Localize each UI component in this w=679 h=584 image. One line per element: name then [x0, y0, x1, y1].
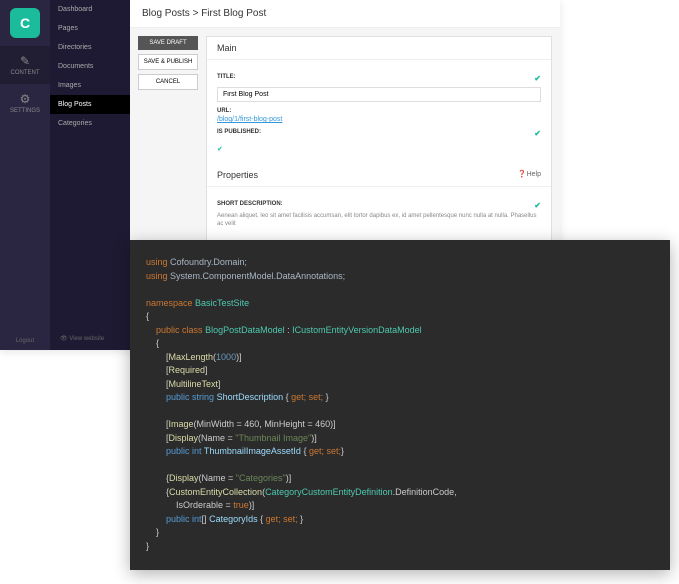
gear-icon: ⚙	[0, 92, 50, 106]
sidebar: Dashboard Pages Directories Documents Im…	[50, 0, 130, 350]
logout-link[interactable]: Logout	[10, 332, 40, 350]
rail-settings-label: SETTINGS	[10, 108, 40, 114]
properties-section-head: Properties ❓Help	[207, 164, 551, 187]
title-label: TITLE: ✔	[217, 74, 541, 83]
rail-settings[interactable]: ⚙ SETTINGS	[0, 84, 50, 122]
sidebar-item-blog-posts[interactable]: Blog Posts	[50, 95, 130, 114]
url-label: URL:	[217, 108, 541, 114]
sidebar-item-documents[interactable]: Documents	[50, 57, 130, 76]
app-logo[interactable]: C	[10, 8, 40, 38]
title-input[interactable]	[217, 87, 541, 102]
short-desc-text: Aenean aliquet, leo sit amet facilisis a…	[217, 213, 541, 229]
icon-rail: C ✎ CONTENT ⚙ SETTINGS Logout	[0, 0, 50, 350]
save-draft-button[interactable]: SAVE DRAFT	[138, 36, 198, 50]
rail-content[interactable]: ✎ CONTENT	[0, 46, 50, 84]
sidebar-item-dashboard[interactable]: Dashboard	[50, 0, 130, 19]
url-link[interactable]: /blog/1/first-blog-post	[217, 116, 541, 123]
code-panel: using Cofoundry.Domain; using System.Com…	[130, 240, 670, 570]
help-link[interactable]: ❓Help	[518, 170, 541, 180]
check-icon: ✔	[534, 201, 541, 210]
save-publish-button[interactable]: SAVE & PUBLISH	[138, 54, 198, 70]
view-website-link[interactable]: 👁 View website	[56, 331, 108, 346]
published-label: IS PUBLISHED: ✔	[217, 129, 541, 138]
rail-content-label: CONTENT	[11, 70, 40, 76]
eye-icon: 👁	[60, 336, 68, 342]
cancel-button[interactable]: CANCEL	[138, 74, 198, 90]
sidebar-item-pages[interactable]: Pages	[50, 19, 130, 38]
properties-section-title: Properties	[217, 170, 258, 180]
sidebar-item-categories[interactable]: Categories	[50, 114, 130, 133]
main-section-title: Main	[217, 43, 237, 53]
main-section-head: Main	[207, 37, 551, 60]
sidebar-item-images[interactable]: Images	[50, 76, 130, 95]
short-desc-label: SHORT DESCRIPTION: ✔	[217, 201, 541, 210]
published-check-icon: ✔	[217, 146, 223, 153]
code-content: using Cofoundry.Domain; using System.Com…	[146, 256, 654, 553]
breadcrumb: Blog Posts > First Blog Post	[130, 0, 560, 28]
pencil-icon: ✎	[0, 54, 50, 68]
check-icon: ✔	[534, 74, 541, 83]
help-icon: ❓	[518, 171, 527, 178]
sidebar-item-directories[interactable]: Directories	[50, 38, 130, 57]
check-icon: ✔	[534, 129, 541, 138]
